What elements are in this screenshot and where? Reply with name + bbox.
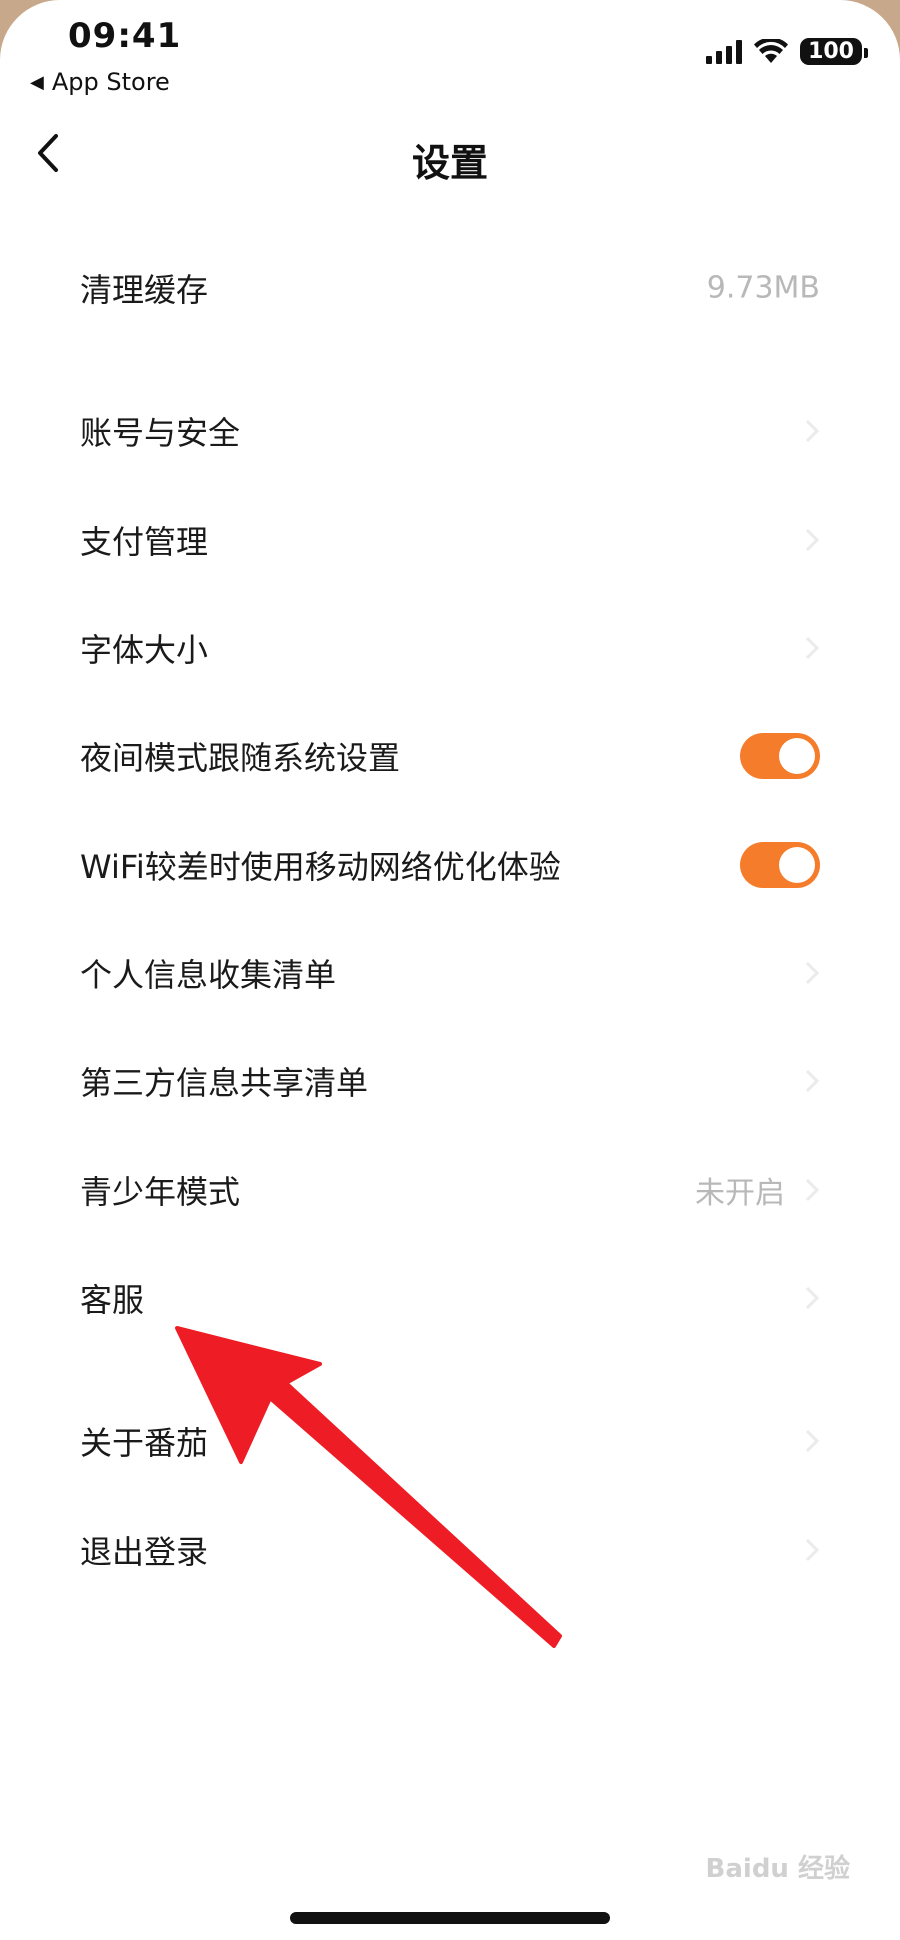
chevron-right-icon bbox=[805, 1429, 820, 1453]
third-party-label: 第三方信息共享清单 bbox=[80, 1064, 369, 1102]
teen-mode-row[interactable]: 青少年模式 未开启 bbox=[0, 1140, 900, 1240]
settings-screen: 09:41 ◀ App Store 100 设置 清理缓存 9.73MB 账号与… bbox=[0, 0, 900, 1940]
personal-info-row[interactable]: 个人信息收集清单 bbox=[0, 923, 900, 1023]
logout-row[interactable]: 退出登录 bbox=[0, 1500, 900, 1600]
status-bar: 09:41 ◀ App Store 100 bbox=[0, 0, 900, 110]
chevron-right-icon bbox=[805, 1286, 820, 1310]
home-indicator bbox=[290, 1912, 610, 1924]
toggle-knob bbox=[779, 847, 815, 883]
payment-label: 支付管理 bbox=[80, 523, 209, 561]
font-size-row[interactable]: 字体大小 bbox=[0, 598, 900, 698]
back-to-app-link[interactable]: ◀ App Store bbox=[30, 68, 170, 96]
cache-size-value: 9.73MB bbox=[706, 270, 820, 306]
account-security-row[interactable]: 账号与安全 bbox=[0, 381, 900, 481]
personal-info-label: 个人信息收集清单 bbox=[80, 956, 337, 994]
teen-mode-label: 青少年模式 bbox=[80, 1173, 241, 1211]
account-security-label: 账号与安全 bbox=[80, 414, 241, 452]
night-mode-label: 夜间模式跟随系统设置 bbox=[80, 739, 401, 777]
third-party-row[interactable]: 第三方信息共享清单 bbox=[0, 1031, 900, 1131]
about-row[interactable]: 关于番茄 bbox=[0, 1391, 900, 1491]
wifi-optimize-toggle[interactable] bbox=[740, 842, 820, 888]
page-title: 设置 bbox=[411, 141, 488, 185]
customer-service-label: 客服 bbox=[80, 1281, 145, 1319]
toggle-knob bbox=[779, 738, 815, 774]
night-mode-row: 夜间模式跟随系统设置 bbox=[0, 706, 900, 806]
clear-cache-row[interactable]: 清理缓存 9.73MB bbox=[0, 238, 900, 338]
battery-icon: 100 bbox=[800, 38, 868, 65]
chevron-right-icon bbox=[805, 1069, 820, 1093]
teen-mode-status: 未开启 bbox=[695, 1176, 785, 1211]
nav-bar: 设置 bbox=[0, 110, 900, 200]
logout-label: 退出登录 bbox=[80, 1533, 209, 1571]
customer-service-row[interactable]: 客服 bbox=[0, 1248, 900, 1348]
chevron-right-icon bbox=[805, 1178, 820, 1202]
about-label: 关于番茄 bbox=[80, 1424, 209, 1462]
wifi-icon bbox=[754, 38, 789, 63]
font-size-label: 字体大小 bbox=[80, 631, 209, 669]
cellular-signal-icon bbox=[706, 39, 743, 64]
status-time: 09:41 bbox=[68, 16, 182, 56]
chevron-right-icon bbox=[805, 528, 820, 552]
wifi-optimize-label: WiFi较差时使用移动网络优化体验 bbox=[80, 848, 561, 886]
payment-row[interactable]: 支付管理 bbox=[0, 490, 900, 590]
chevron-right-icon bbox=[805, 636, 820, 660]
status-icons: 100 bbox=[706, 38, 868, 65]
back-triangle-icon: ◀ bbox=[30, 71, 44, 93]
chevron-right-icon bbox=[805, 1538, 820, 1562]
wifi-optimize-row: WiFi较差时使用移动网络优化体验 bbox=[0, 815, 900, 915]
clear-cache-label: 清理缓存 bbox=[80, 271, 209, 309]
chevron-right-icon bbox=[805, 961, 820, 985]
night-mode-toggle[interactable] bbox=[740, 733, 820, 779]
watermark-logo: Baidu 经验 bbox=[705, 1854, 850, 1884]
back-app-label: App Store bbox=[51, 68, 170, 96]
chevron-right-icon bbox=[805, 419, 820, 443]
